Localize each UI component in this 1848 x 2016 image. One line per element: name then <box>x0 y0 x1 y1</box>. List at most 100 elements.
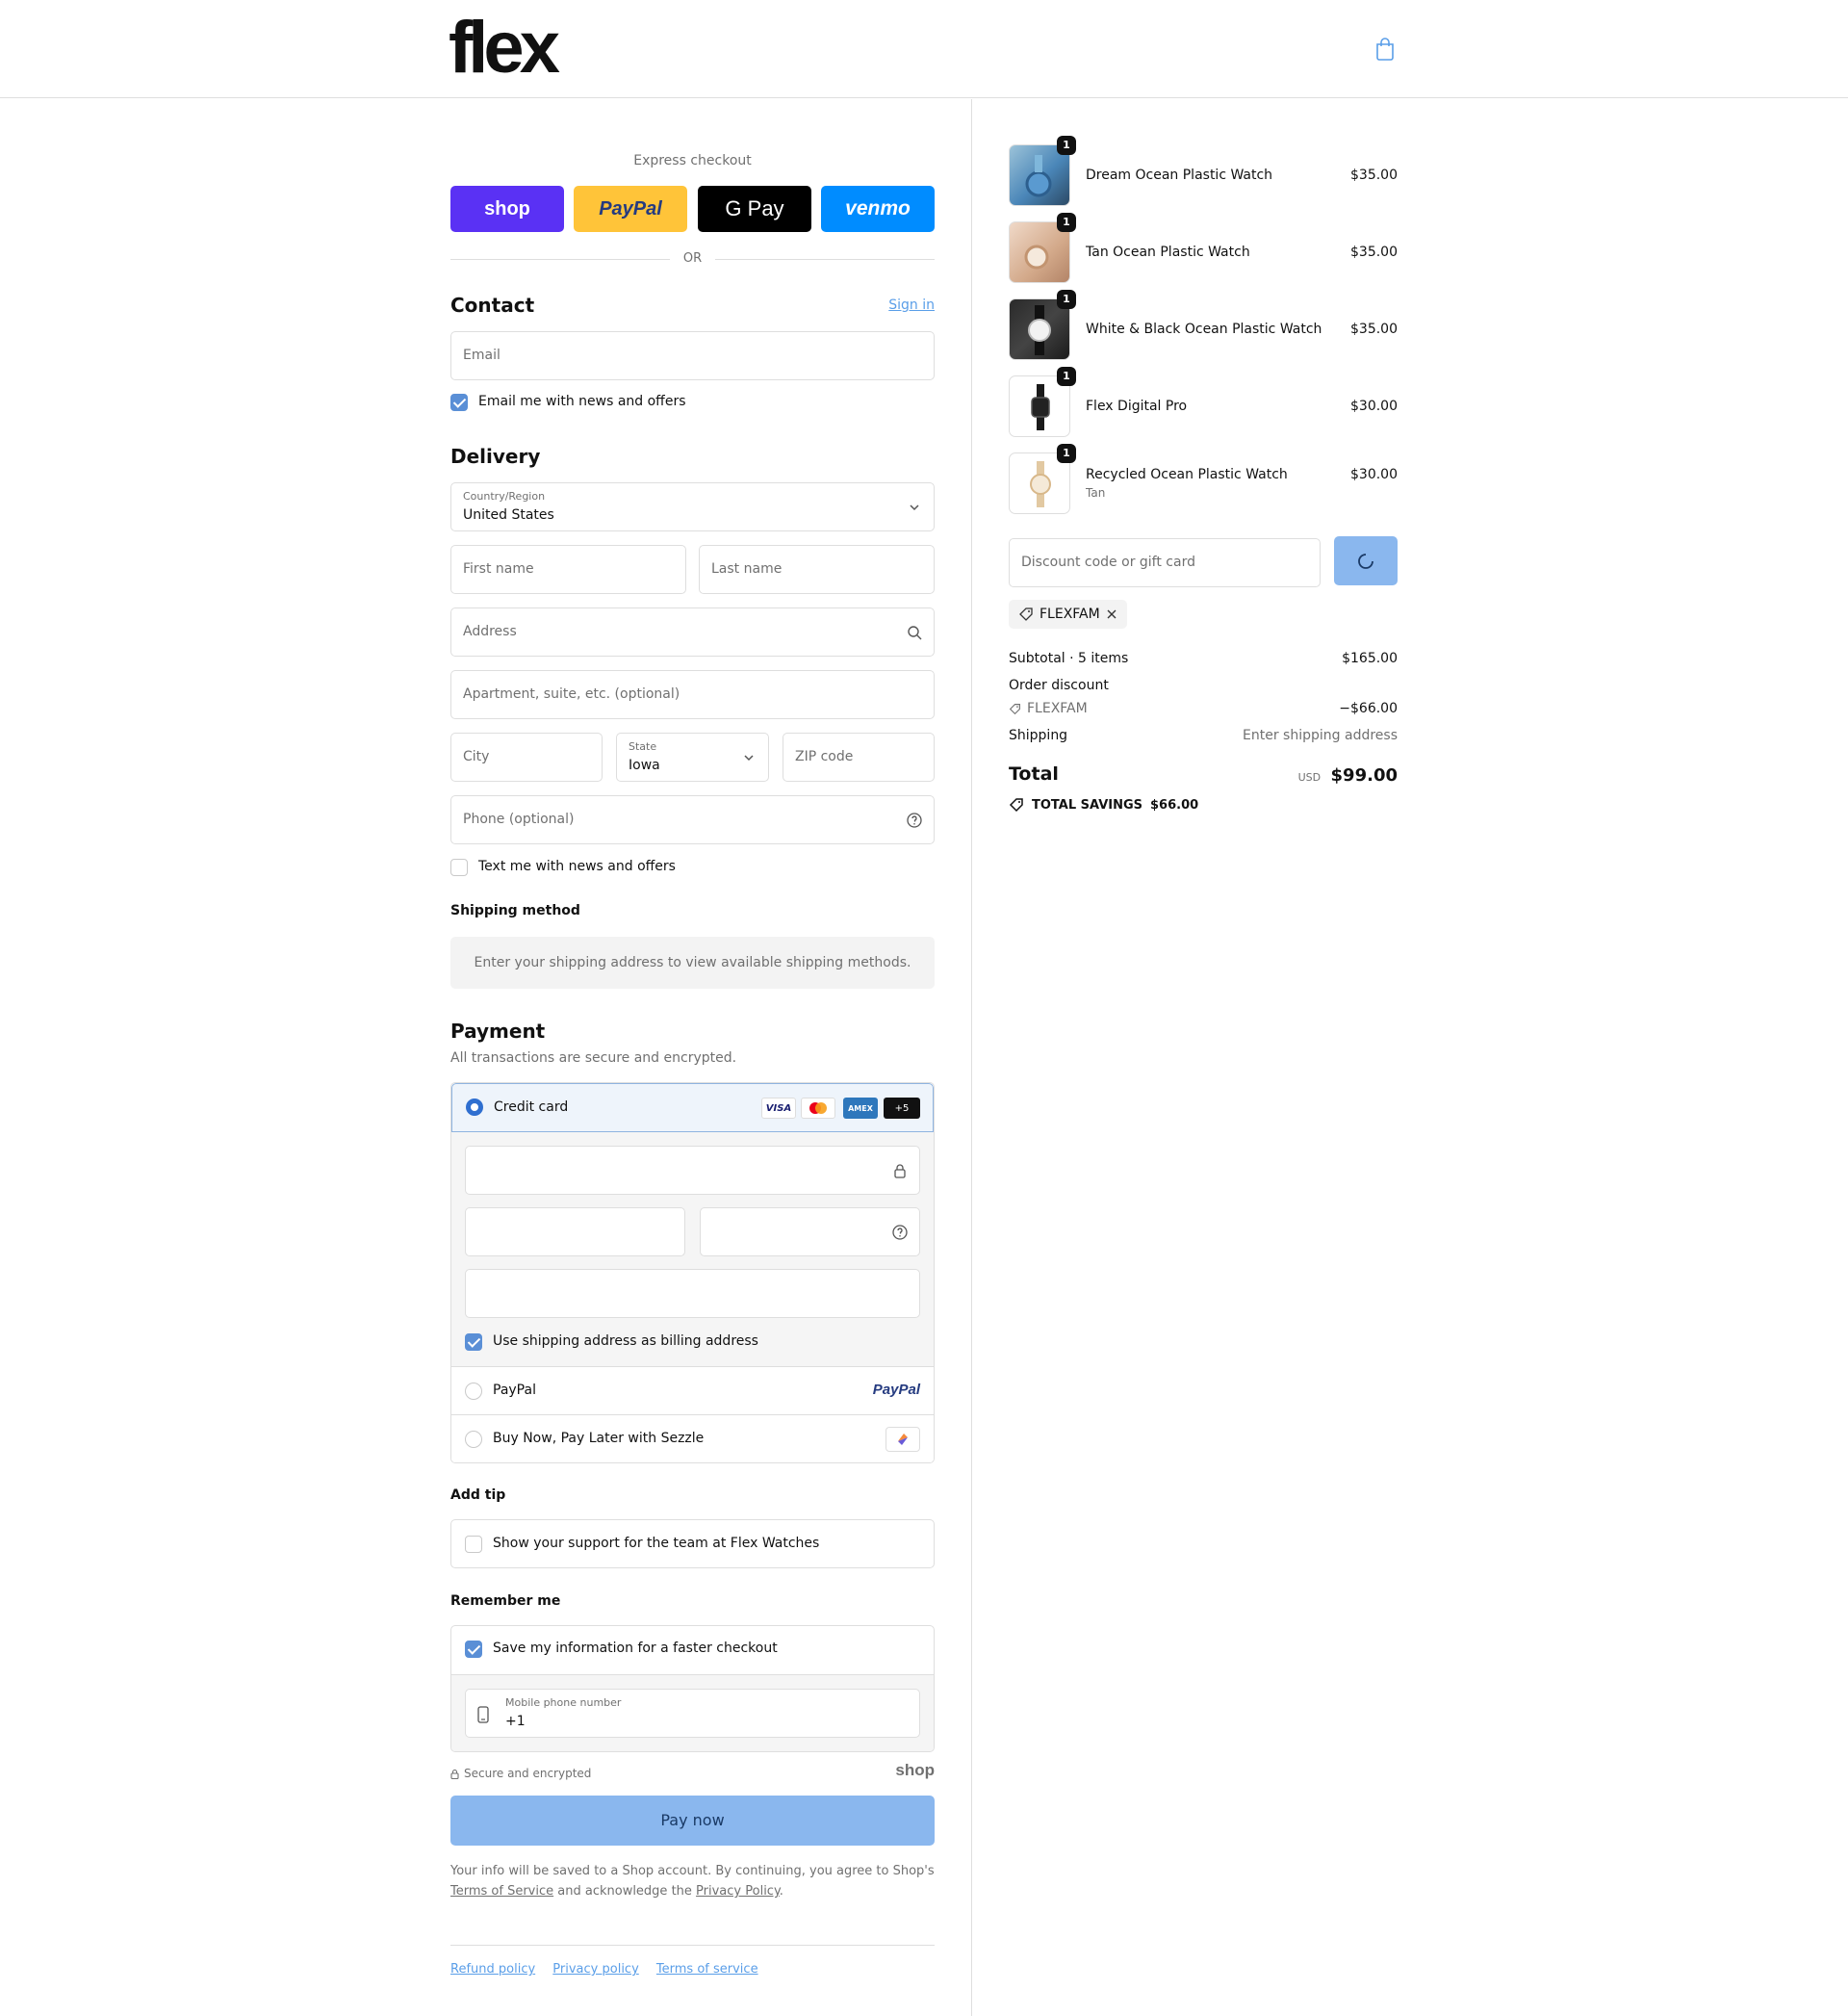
tip-label: Show your support for the team at Flex W… <box>493 1536 820 1551</box>
country-select[interactable]: Country/Region United States <box>450 482 935 531</box>
paypal-label: PayPal <box>493 1383 536 1398</box>
apply-discount-button[interactable] <box>1334 536 1398 585</box>
text-news-checkbox[interactable] <box>450 859 468 876</box>
paypal-logo: PayPal <box>872 1382 920 1398</box>
store-logo[interactable]: flex <box>449 10 560 87</box>
card-number-field[interactable] <box>465 1146 920 1195</box>
quantity-badge: 1 <box>1057 290 1076 309</box>
save-info-label: Save my information for a faster checkou… <box>493 1641 778 1656</box>
save-info-checkbox[interactable] <box>465 1641 482 1658</box>
credit-card-option[interactable]: Credit card VISA AMEX +5 <box>451 1083 934 1132</box>
terms-of-service-link[interactable]: Terms of service <box>656 1962 758 1977</box>
lock-icon <box>450 1769 459 1779</box>
credit-card-label: Credit card <box>494 1099 569 1115</box>
visa-icon: VISA <box>761 1098 796 1119</box>
sezzle-radio[interactable] <box>465 1431 482 1448</box>
first-name-field[interactable]: First name <box>450 545 686 594</box>
legal-notice: Your info will be saved to a Shop accoun… <box>450 1864 935 1899</box>
item-name: Recycled Ocean Plastic Watch <box>1086 467 1288 482</box>
paypal-option[interactable]: PayPal PayPal <box>451 1366 934 1414</box>
address-field[interactable]: Address <box>450 607 935 657</box>
pay-now-button[interactable]: Pay now <box>450 1796 935 1846</box>
shop-pay-button[interactable]: shop <box>450 186 564 232</box>
cart-item: 1 Tan Ocean Plastic Watch $35.00 <box>1009 213 1398 283</box>
quantity-badge: 1 <box>1057 213 1076 232</box>
lock-icon <box>894 1164 906 1178</box>
search-icon <box>908 626 922 640</box>
help-circle-icon[interactable] <box>907 813 922 828</box>
shop-logo: shop <box>895 1761 935 1779</box>
chevron-down-icon <box>744 755 754 762</box>
add-tip-title: Add tip <box>450 1487 506 1503</box>
shopping-bag-icon[interactable] <box>1374 37 1396 62</box>
or-divider: OR <box>450 249 935 269</box>
item-variant: Tan <box>1086 486 1106 500</box>
expiration-date-field[interactable] <box>465 1207 685 1256</box>
tag-icon <box>1009 798 1023 813</box>
last-name-field[interactable]: Last name <box>699 545 935 594</box>
apartment-field[interactable]: Apartment, suite, etc. (optional) <box>450 670 935 719</box>
secure-encrypted-note: Secure and encrypted <box>450 1767 591 1780</box>
email-news-checkbox[interactable] <box>450 394 468 411</box>
more-cards-badge: +5 <box>884 1098 920 1119</box>
tag-icon <box>1009 703 1020 714</box>
venmo-button[interactable]: venmo <box>821 186 935 232</box>
quantity-badge: 1 <box>1057 367 1076 386</box>
refund-policy-link[interactable]: Refund policy <box>450 1962 535 1977</box>
security-code-field[interactable] <box>700 1207 920 1256</box>
cart-item: 1 White & Black Ocean Plastic Watch $35.… <box>1009 290 1398 360</box>
google-pay-button[interactable]: G Pay <box>698 186 811 232</box>
remember-me-box: Save my information for a faster checkou… <box>450 1625 935 1752</box>
discount-code-field[interactable]: Discount code or gift card <box>1009 538 1321 587</box>
shipping-method-title: Shipping method <box>450 903 580 918</box>
item-price: $30.00 <box>1350 467 1398 482</box>
item-name: Dream Ocean Plastic Watch <box>1086 168 1273 183</box>
shipping-method-message: Enter your shipping address to view avai… <box>450 937 935 989</box>
chevron-down-icon <box>910 504 919 511</box>
sezzle-option[interactable]: Buy Now, Pay Later with Sezzle <box>451 1414 934 1462</box>
mastercard-icon <box>801 1098 835 1119</box>
credit-card-form: Use shipping address as billing address <box>451 1132 934 1366</box>
paypal-express-button[interactable]: PayPal <box>574 186 687 232</box>
mobile-phone-field[interactable]: Mobile phone number +1 <box>465 1689 920 1738</box>
shop-terms-link[interactable]: Terms of Service <box>450 1884 553 1899</box>
tip-option[interactable]: Show your support for the team at Flex W… <box>450 1519 935 1568</box>
payment-title: Payment <box>450 1020 546 1043</box>
zip-field[interactable]: ZIP code <box>783 733 935 782</box>
quantity-badge: 1 <box>1057 136 1076 155</box>
help-circle-icon[interactable] <box>892 1225 908 1240</box>
text-news-label: Text me with news and offers <box>478 859 676 874</box>
amex-icon: AMEX <box>843 1098 878 1119</box>
city-field[interactable]: City <box>450 733 603 782</box>
footer-links: Refund policy Privacy policy Terms of se… <box>450 1962 772 1977</box>
total-savings-row: TOTAL SAVINGS $66.00 <box>1009 797 1398 813</box>
subtotal-row: Subtotal · 5 items $165.00 <box>1009 651 1398 666</box>
item-name: White & Black Ocean Plastic Watch <box>1086 322 1322 337</box>
sign-in-link[interactable]: Sign in <box>888 297 935 313</box>
phone-icon <box>477 1706 489 1723</box>
tag-icon <box>1019 607 1033 621</box>
email-field[interactable]: Email <box>450 331 935 380</box>
shop-privacy-link[interactable]: Privacy Policy <box>696 1884 780 1899</box>
email-news-label: Email me with news and offers <box>478 394 686 409</box>
remember-me-title: Remember me <box>450 1593 561 1609</box>
paypal-radio[interactable] <box>465 1383 482 1400</box>
cart-item: 1 Dream Ocean Plastic Watch $35.00 <box>1009 136 1398 206</box>
sezzle-logo-icon <box>886 1427 920 1452</box>
privacy-policy-link[interactable]: Privacy policy <box>552 1962 638 1977</box>
discount-code-row: FLEXFAM −$66.00 <box>1009 701 1398 716</box>
phone-field[interactable]: Phone (optional) <box>450 795 935 844</box>
applied-discount-chip: FLEXFAM <box>1009 600 1127 629</box>
total-row: Total USD $99.00 <box>1009 763 1398 786</box>
close-icon[interactable] <box>1106 608 1117 620</box>
header: flex <box>0 0 1848 98</box>
tip-checkbox[interactable] <box>465 1536 482 1553</box>
credit-card-radio[interactable] <box>466 1098 483 1116</box>
name-on-card-field[interactable] <box>465 1269 920 1318</box>
billing-address-label: Use shipping address as billing address <box>493 1333 758 1349</box>
state-select[interactable]: State Iowa <box>616 733 769 782</box>
billing-address-checkbox[interactable] <box>465 1333 482 1351</box>
item-name: Tan Ocean Plastic Watch <box>1086 245 1250 260</box>
item-price: $35.00 <box>1350 168 1398 183</box>
express-checkout-label: Express checkout <box>633 153 752 168</box>
